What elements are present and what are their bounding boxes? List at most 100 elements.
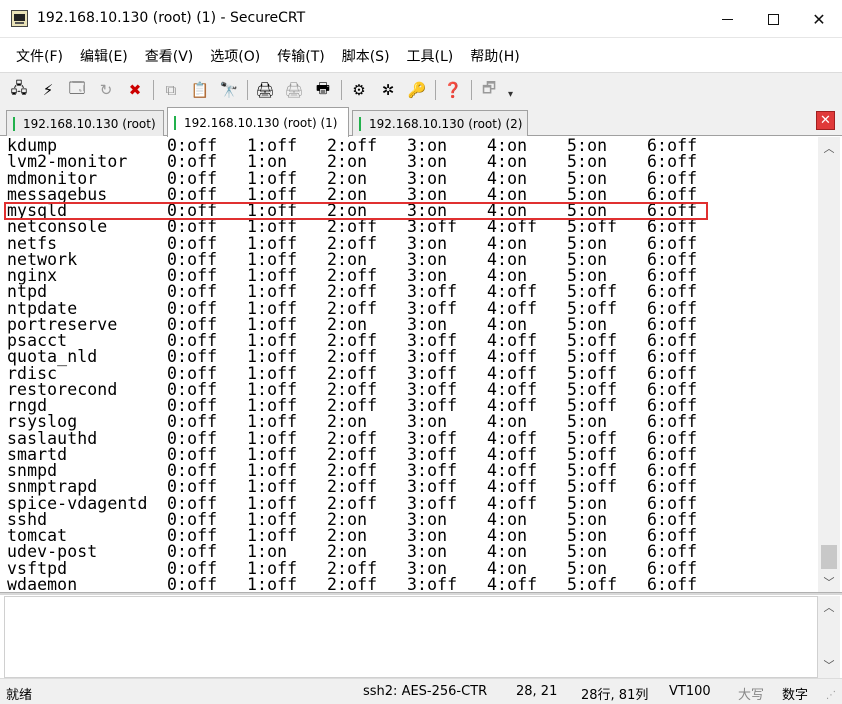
toolbar-separator <box>341 80 342 100</box>
mysqld-highlight-box <box>4 202 708 220</box>
session-tab-bar: 192.168.10.130 (root) 192.168.10.130 (ro… <box>0 106 842 137</box>
runlevel-status: 1:off <box>247 412 298 432</box>
menu-file[interactable]: 文件(F) <box>12 44 67 68</box>
runlevel-status: 2:on <box>327 412 368 432</box>
reconnect-icon[interactable]: ↻ <box>95 79 117 101</box>
copy-icon[interactable]: ⧉ <box>160 79 182 101</box>
print-selection-icon[interactable]: 🖨 <box>283 79 305 101</box>
runlevel-status: 6:off <box>647 542 698 562</box>
connected-indicator-icon <box>359 116 361 131</box>
runlevel-status: 4:off <box>487 217 538 237</box>
connect-tab-icon[interactable]: 🗔 <box>66 79 88 101</box>
disconnect-icon[interactable]: ✖ <box>124 79 146 101</box>
runlevel-status: 6:off <box>647 152 698 172</box>
tab-session-1[interactable]: 192.168.10.130 (root) <box>6 110 164 136</box>
paste-icon[interactable]: 📋 <box>189 79 211 101</box>
runlevel-status: 0:off <box>167 282 218 302</box>
menu-edit[interactable]: 编辑(E) <box>76 44 132 68</box>
connect-icon[interactable]: 🖧 <box>8 79 30 101</box>
global-options-icon[interactable]: ✲ <box>377 79 399 101</box>
close-tab-button[interactable]: ✕ <box>816 111 835 130</box>
runlevel-status: 5:off <box>567 282 618 302</box>
sftp-icon[interactable]: 🗗 <box>478 79 500 101</box>
service-name: wdaemon <box>7 574 78 592</box>
scroll-up-icon[interactable]: ︿ <box>818 598 840 616</box>
runlevel-status: 3:on <box>407 542 448 562</box>
print-screen-icon[interactable]: 🖨 <box>254 79 276 101</box>
runlevel-status: 1:on <box>247 152 288 172</box>
scroll-down-icon[interactable]: ﹀ <box>818 573 840 591</box>
scroll-down-icon[interactable]: ﹀ <box>818 656 840 674</box>
find-icon[interactable]: 🔭 <box>218 79 240 101</box>
toolbar-overflow-icon[interactable]: ▾ <box>508 89 517 105</box>
runlevel-status: 5:on <box>567 542 608 562</box>
service-name: udev-post <box>7 542 98 562</box>
runlevel-status: 1:off <box>247 477 298 497</box>
securecrt-app-icon[interactable] <box>11 10 28 27</box>
help-icon[interactable]: ❓ <box>442 79 464 101</box>
close-window-button[interactable]: ✕ <box>796 0 842 38</box>
maximize-button[interactable] <box>750 0 796 38</box>
runlevel-status: 4:on <box>487 152 528 172</box>
runlevel-status: 6:off <box>647 412 698 432</box>
service-name: ntpd <box>7 282 48 302</box>
runlevel-status: 6:off <box>647 282 698 302</box>
close-icon: ✕ <box>812 9 826 29</box>
command-window-scrollbar[interactable]: ︿ ﹀ <box>818 596 840 678</box>
runlevel-status: 1:off <box>247 347 298 367</box>
runlevel-status: 0:off <box>167 152 218 172</box>
runlevel-status: 3:off <box>407 574 458 592</box>
runlevel-status: 5:off <box>567 477 618 497</box>
runlevel-status: 3:on <box>407 152 448 172</box>
runlevel-status: 0:off <box>167 477 218 497</box>
service-name: rsyslog <box>7 412 78 432</box>
status-cursor-position: 28, 21 <box>516 684 558 699</box>
service-name: quota_nld <box>7 347 98 367</box>
status-terminal-size: 28行, 81列 <box>581 688 649 703</box>
scroll-up-icon[interactable]: ︿ <box>818 139 840 157</box>
terminal-scrollbar[interactable]: ︿ ﹀ <box>818 137 840 592</box>
pane-splitter[interactable] <box>0 592 842 595</box>
menu-script[interactable]: 脚本(S) <box>338 44 394 68</box>
runlevel-status: 4:off <box>487 282 538 302</box>
tab-session-3[interactable]: 192.168.10.130 (root) (2) <box>352 110 528 136</box>
runlevel-status: 2:off <box>327 282 378 302</box>
runlevel-status: 6:off <box>647 217 698 237</box>
runlevel-status: 3:off <box>407 282 458 302</box>
runlevel-status: 0:off <box>167 542 218 562</box>
resize-grip-icon[interactable]: ⋰ <box>826 690 838 702</box>
tab-label: 192.168.10.130 (root) (1) <box>184 115 338 130</box>
toolbar: 🖧 ⚡ 🗔 ↻ ✖ ⧉ 📋 🔭 🖨 🖨 🖶 ⚙ ✲ 🔑 ❓ 🗗 ▾ <box>0 72 842 106</box>
print-icon[interactable]: 🖶 <box>312 79 334 101</box>
quick-connect-icon[interactable]: ⚡ <box>37 79 59 101</box>
runlevel-status: 0:off <box>167 217 218 237</box>
session-options-icon[interactable]: ⚙ <box>348 79 370 101</box>
tab-session-2[interactable]: 192.168.10.130 (root) (1) <box>167 107 349 137</box>
scroll-thumb[interactable] <box>821 545 837 569</box>
status-cipher: ssh2: AES-256-CTR <box>363 684 488 699</box>
menu-options[interactable]: 选项(O) <box>206 44 264 68</box>
menu-tools[interactable]: 工具(L) <box>403 44 458 68</box>
runlevel-status: 2:off <box>327 347 378 367</box>
minimize-button[interactable] <box>704 0 750 38</box>
service-name: lvm2-monitor <box>7 152 128 172</box>
runlevel-status: 1:off <box>247 282 298 302</box>
menu-view[interactable]: 查看(V) <box>141 44 198 68</box>
minimize-icon <box>721 18 733 20</box>
runlevel-status: 5:off <box>567 574 618 592</box>
close-icon: ✕ <box>820 113 831 128</box>
runlevel-status: 5:on <box>567 412 608 432</box>
runlevel-status: 6:off <box>647 347 698 367</box>
runlevel-status: 6:off <box>647 574 698 592</box>
command-window[interactable] <box>4 596 818 678</box>
menu-help[interactable]: 帮助(H) <box>466 44 523 68</box>
title-bar: 192.168.10.130 (root) (1) - SecureCRT ✕ <box>0 0 842 38</box>
status-bar: 就绪 ssh2: AES-256-CTR 28, 21 28行, 81列 VT1… <box>0 678 842 704</box>
menu-transfer[interactable]: 传输(T) <box>273 44 328 68</box>
window-title: 192.168.10.130 (root) (1) - SecureCRT <box>37 10 306 26</box>
runlevel-status: 0:off <box>167 412 218 432</box>
menu-bar: 文件(F) 编辑(E) 查看(V) 选项(O) 传输(T) 脚本(S) 工具(L… <box>0 39 842 72</box>
keymap-icon[interactable]: 🔑 <box>406 79 428 101</box>
runlevel-status: 0:off <box>167 347 218 367</box>
runlevel-status: 1:on <box>247 542 288 562</box>
